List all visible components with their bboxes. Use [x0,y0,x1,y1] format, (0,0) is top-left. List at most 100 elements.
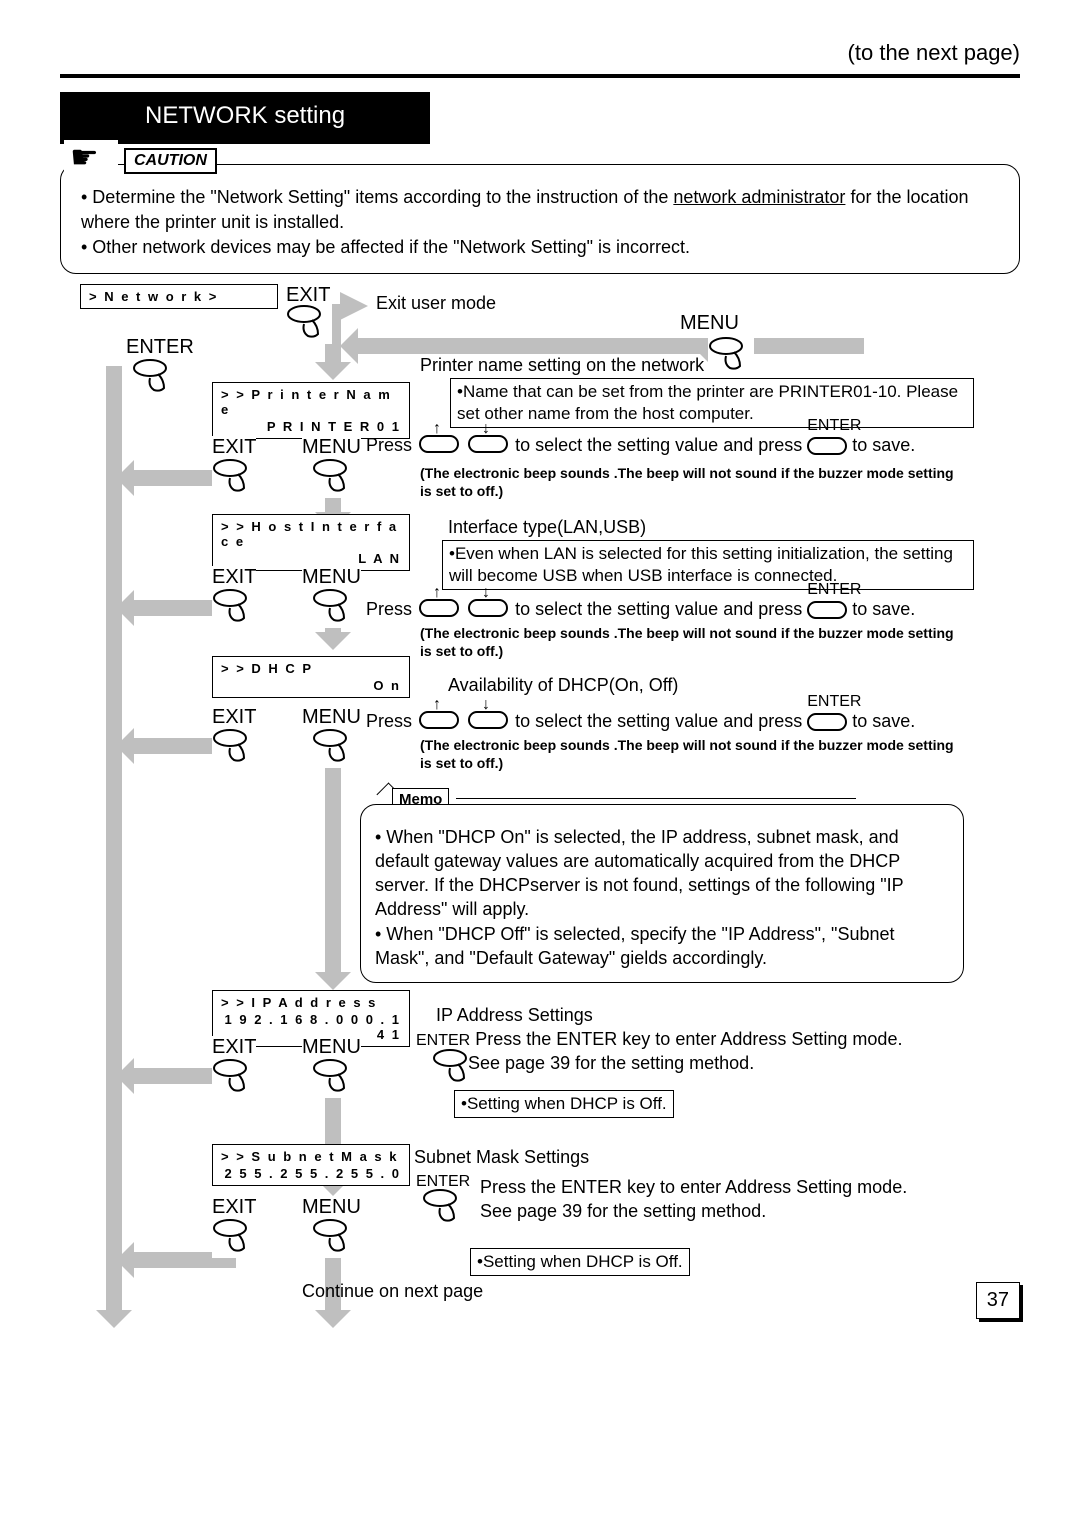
exit-hand-4 [212,1058,258,1098]
pointing-hand-icon [64,140,118,180]
lcd-printer-line2: P R I N T E R 0 1 [221,419,401,434]
to-next-page: (to the next page) [60,40,1020,66]
ip-line1-t: Press the ENTER key to enter Address Set… [475,1029,902,1049]
menu-top-bar [372,338,864,354]
selectvalue-1: to select the setting value and press [515,435,807,455]
menu-hand-top [708,336,754,376]
menu-hand-2 [312,588,358,628]
menu-hand-3 [312,728,358,768]
lcd-network: > N e t w o r k > [80,284,278,309]
horizontal-rule [60,74,1020,78]
lcd-subnet: > > S u b n e t M a s k 2 5 5 . 2 5 5 . … [212,1144,410,1186]
up-key-icon-3: ↑ [419,711,459,729]
lcd-ip-line1: > > I P A d d r e s s [221,995,401,1010]
host-callout: •Even when LAN is selected for this sett… [442,540,974,590]
lcd-host: > > H o s t I n t e r f a c e L A N [212,514,410,571]
exit-hand-5 [212,1218,258,1258]
enter-key-icon-3 [807,713,847,731]
printer-callout: •Name that can be set from the printer a… [450,378,974,428]
menu-label-4: MENU [302,1036,361,1059]
caution-text-1a: • Determine the "Network Setting" items … [81,187,673,207]
menu-hand-1 [312,458,358,498]
enter-small-3: ENTER [807,692,861,713]
press-line-1: Press ↑ ↓ to select the setting value an… [366,434,915,457]
exit-arrow-0 [340,292,368,325]
exit-hand-3 [212,728,258,768]
caution-text-2: • Other network devices may be affected … [81,237,690,257]
press-2: Press [366,599,412,619]
memo-line [456,798,856,799]
press-line-2: Press ↑ ↓ to select the setting value an… [366,598,915,621]
lcd-host-line1: > > H o s t I n t e r f a c e [221,519,401,549]
tosave-2: to save. [852,599,915,619]
subnet-line2: See page 39 for the setting method. [480,1200,766,1223]
continue-text: Continue on next page [302,1280,483,1303]
exit-label-3: EXIT [212,706,256,729]
lcd-network-line: > N e t w o r k > [89,289,269,304]
lcd-host-line2: L A N [221,551,401,566]
up-key-icon-2: ↑ [419,599,459,617]
menu-label-3: MENU [302,706,361,729]
beep-1: (The electronic beep sounds .The beep wi… [420,464,960,500]
enter-hand-subnet [422,1188,468,1228]
flow-diagram: > N e t w o r k > EXIT Exit user mode ME… [60,284,1020,1334]
menu-top-bar-tip [354,338,374,354]
menu-label-2: MENU [302,566,361,589]
exit-hand-0 [286,304,332,344]
selectvalue-3: to select the setting value and press [515,711,807,731]
tosave-1: to save. [852,435,915,455]
press-1: Press [366,435,412,455]
exit-label-4: EXIT [212,1036,256,1059]
enter-small-1: ENTER [807,416,861,437]
enter-small-ip: ENTER [416,1032,470,1049]
press-3: Press [366,711,412,731]
menu-hand-4 [312,1058,358,1098]
tosave-3: to save. [852,711,915,731]
exit-label-2: EXIT [212,566,256,589]
press-line-3: Press ↑ ↓ to select the setting value an… [366,710,915,733]
memo-bullet-1: • When "DHCP On" is selected, the IP add… [375,825,949,922]
ip-line2: See page 39 for the setting method. [468,1052,754,1075]
lcd-printer-name: > > P r i n t e r N a m e P R I N T E R … [212,382,410,439]
caution-underline: network administrator [673,187,845,207]
menu-label-5: MENU [302,1196,361,1219]
caution-box: • Determine the "Network Setting" items … [60,164,1020,274]
menu-hand-5 [312,1218,358,1258]
dhcp-desc: Availability of DHCP(On, Off) [448,674,678,697]
exit-label-1: EXIT [212,436,256,459]
down-key-icon-2: ↓ [468,599,508,617]
enter-key-icon-2 [807,601,847,619]
beep-3: (The electronic beep sounds .The beep wi… [420,736,960,772]
selectvalue-2: to select the setting value and press [515,599,807,619]
down-key-icon-3: ↓ [468,711,508,729]
menu-label-top: MENU [680,312,739,335]
exit-hand-1 [212,458,258,498]
enter-hand [132,358,178,398]
host-desc: Interface type(LAN,USB) [448,516,646,539]
lcd-dhcp-line2: O n [221,678,401,693]
exit-user-mode: Exit user mode [376,292,496,315]
exit-label-5: EXIT [212,1196,256,1219]
menu-label-1: MENU [302,436,361,459]
exit-hand-2 [212,588,258,628]
lcd-dhcp: > > D H C P O n [212,656,410,698]
enter-label: ENTER [126,336,194,359]
memo-box: • When "DHCP On" is selected, the IP add… [360,804,964,984]
ip-callout: •Setting when DHCP is Off. [454,1090,674,1118]
subnet-callout: •Setting when DHCP is Off. [470,1248,690,1276]
lcd-dhcp-line1: > > D H C P [221,661,401,676]
down-key-icon: ↓ [468,435,508,453]
up-key-icon: ↑ [419,435,459,453]
section-title: NETWORK setting [60,92,430,144]
lcd-subnet-line2: 2 5 5 . 2 5 5 . 2 5 5 . 0 [221,1166,401,1181]
enter-key-icon-1 [807,437,847,455]
ip-desc: IP Address Settings [436,1004,593,1027]
lcd-subnet-line1: > > S u b n e t M a s k [221,1149,401,1164]
subnet-line1: Press the ENTER key to enter Address Set… [480,1176,907,1199]
caution-tag: CAUTION [124,148,217,174]
enter-small-2: ENTER [807,580,861,601]
memo-bullet-2: • When "DHCP Off" is selected, specify t… [375,922,949,971]
subnet-desc: Subnet Mask Settings [414,1146,589,1169]
lcd-printer-line1: > > P r i n t e r N a m e [221,387,401,417]
printer-name-desc: Printer name setting on the network [420,354,704,377]
